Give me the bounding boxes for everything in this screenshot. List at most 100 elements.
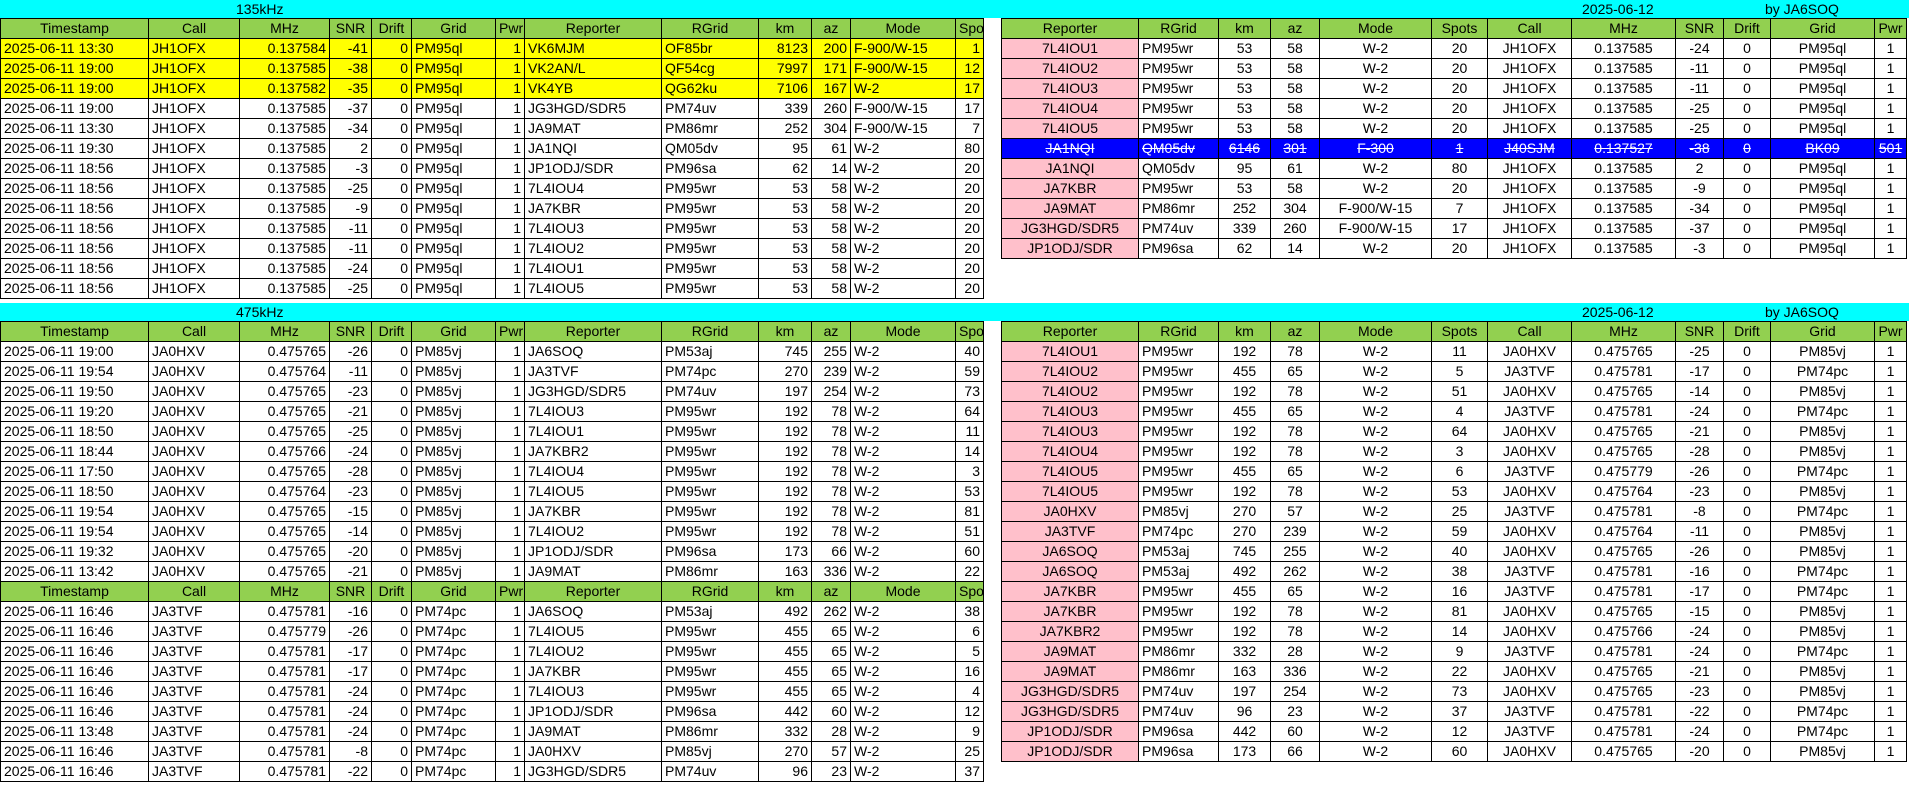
- table-cell: PM85vj: [411, 461, 496, 482]
- table-cell: 492: [758, 601, 812, 622]
- table-cell: 1: [495, 118, 525, 139]
- table-row: 2025-06-11 19:54 JA0HXV 0.475765 -14 0 PM85vj…: [0, 521, 984, 542]
- table-cell: PM95wr: [661, 681, 759, 702]
- table-cell: 23: [1270, 701, 1320, 722]
- column-header-grid: Grid: [1770, 321, 1875, 342]
- table-cell: 0.475781: [1571, 721, 1676, 742]
- table-cell: 53: [758, 258, 812, 279]
- table-cell: PM95ql: [411, 78, 496, 99]
- table-cell: 59: [955, 361, 984, 382]
- table-cell: 7L4IOU2: [524, 641, 662, 662]
- table-cell: JH1OFX: [148, 278, 240, 299]
- table-cell: 53: [1218, 78, 1271, 99]
- column-header-rgrid: RGrid: [1138, 321, 1219, 342]
- table-cell: 2: [1675, 158, 1724, 179]
- table-cell: 0.137585: [239, 138, 330, 159]
- table-header-row: Timestamp Call MHz SNR Drift Grid Pwr Reporter R…: [0, 321, 984, 342]
- table-cell: 20: [955, 278, 984, 299]
- table-cell: 57: [1270, 501, 1320, 522]
- table-cell: 0: [1723, 118, 1771, 139]
- table-cell: -41: [329, 38, 372, 59]
- table-row: 2025-06-11 18:56 JH1OFX 0.137585 -9 0 PM95ql 1…: [0, 198, 984, 219]
- table-cell: 65: [811, 681, 851, 702]
- table-cell: 1: [495, 98, 525, 119]
- column-header-mhz: MHz: [1571, 18, 1676, 39]
- table-cell: 0: [371, 258, 412, 279]
- table-cell: PM85vj: [411, 441, 496, 462]
- table-cell: -17: [329, 661, 372, 682]
- table-cell: 73: [955, 381, 984, 402]
- table-cell: 192: [758, 441, 812, 462]
- table-cell: 0.137585: [1571, 118, 1676, 139]
- table-cell: JG3HGD/SDR5: [524, 98, 662, 119]
- table-cell: W-2: [1319, 481, 1432, 502]
- table-cell: 60: [955, 541, 984, 562]
- table-cell: 28: [1270, 641, 1320, 662]
- table-cell: 78: [1270, 341, 1320, 362]
- table-cell: 7L4IOU4: [1001, 98, 1139, 119]
- table-cell: W-2: [1319, 581, 1432, 602]
- table-cell: 0.475765: [239, 561, 330, 582]
- table-cell: 192: [758, 501, 812, 522]
- table-cell: JA3TVF: [524, 361, 662, 382]
- table-cell: JA9MAT: [1001, 661, 1139, 682]
- table-cell: 304: [1270, 198, 1320, 219]
- table-cell: 0.475781: [239, 761, 330, 782]
- table-cell: 0: [371, 58, 412, 79]
- table-cell: 1: [495, 401, 525, 422]
- table-cell: 0: [371, 218, 412, 239]
- table-cell: -23: [1675, 481, 1724, 502]
- table-cell: PM95wr: [1138, 441, 1219, 462]
- table-row: 2025-06-11 19:32 JA0HXV 0.475765 -20 0 PM85vj…: [0, 541, 984, 562]
- table-cell: 0.475779: [239, 621, 330, 642]
- table-cell: JA0HXV: [1001, 501, 1139, 522]
- table-cell: 0: [371, 601, 412, 622]
- table-cell: PM95wr: [1138, 341, 1219, 362]
- table-cell: 0: [1723, 178, 1771, 199]
- column-header-mhz: MHz: [239, 581, 330, 602]
- table-cell: 53: [1218, 38, 1271, 59]
- table-cell: PM95wr: [661, 258, 759, 279]
- table-cell: 65: [1270, 461, 1320, 482]
- table-row: 2025-06-11 18:50 JA0HXV 0.475765 -25 0 PM85vj…: [0, 421, 984, 442]
- table-cell: W-2: [850, 158, 956, 179]
- table-cell: W-2: [850, 741, 956, 762]
- table-cell: 0.475781: [1571, 501, 1676, 522]
- table-cell: VK2AN/L: [524, 58, 662, 79]
- table-cell: PM95ql: [411, 178, 496, 199]
- table-cell: W-2: [850, 761, 956, 782]
- table-cell: 58: [811, 178, 851, 199]
- table-cell: W-2: [850, 341, 956, 362]
- table-cell: -25: [1675, 341, 1724, 362]
- table-cell: PM86mr: [1138, 661, 1219, 682]
- column-header-mode: Mode: [1319, 321, 1432, 342]
- column-header-pwr: Pwr: [495, 18, 525, 39]
- table-cell: 0: [371, 561, 412, 582]
- table-cell: 2025-06-11 18:56: [0, 158, 149, 179]
- table-cell: VK6MJM: [524, 38, 662, 59]
- table-cell: 1: [1874, 238, 1907, 259]
- table-cell: PM85vj: [411, 361, 496, 382]
- table-cell: 1: [1874, 601, 1907, 622]
- table-cell: 0.475781: [1571, 361, 1676, 382]
- table-cell: 262: [1270, 561, 1320, 582]
- table-cell: 95: [758, 138, 812, 159]
- table-cell: 1: [1431, 138, 1488, 159]
- table-cell: W-2: [1319, 38, 1432, 59]
- table-cell: JA0HXV: [148, 521, 240, 542]
- table-cell: W-2: [1319, 661, 1432, 682]
- table-cell: -24: [1675, 641, 1724, 662]
- table-cell: 7L4IOU3: [1001, 421, 1139, 442]
- table-row: JA3TVF PM74pc 270 239 W-2 59 JA0HXV 0.475764 -11…: [1001, 521, 1907, 542]
- table-cell: PM95ql: [1770, 58, 1875, 79]
- table-cell: 1: [1874, 401, 1907, 422]
- table-cell: PM74pc: [411, 721, 496, 742]
- table-cell: 11: [1431, 341, 1488, 362]
- table-cell: 0.475764: [239, 361, 330, 382]
- column-header-az: az: [1270, 18, 1320, 39]
- table-row: 7L4IOU1 PM95wr 53 58 W-2 20 JH1OFX 0.137585 -24 0…: [1001, 38, 1907, 59]
- table-cell: W-2: [1319, 401, 1432, 422]
- table-cell: 1: [495, 561, 525, 582]
- table-cell: 0: [1723, 681, 1771, 702]
- table-cell: PM74pc: [1770, 361, 1875, 382]
